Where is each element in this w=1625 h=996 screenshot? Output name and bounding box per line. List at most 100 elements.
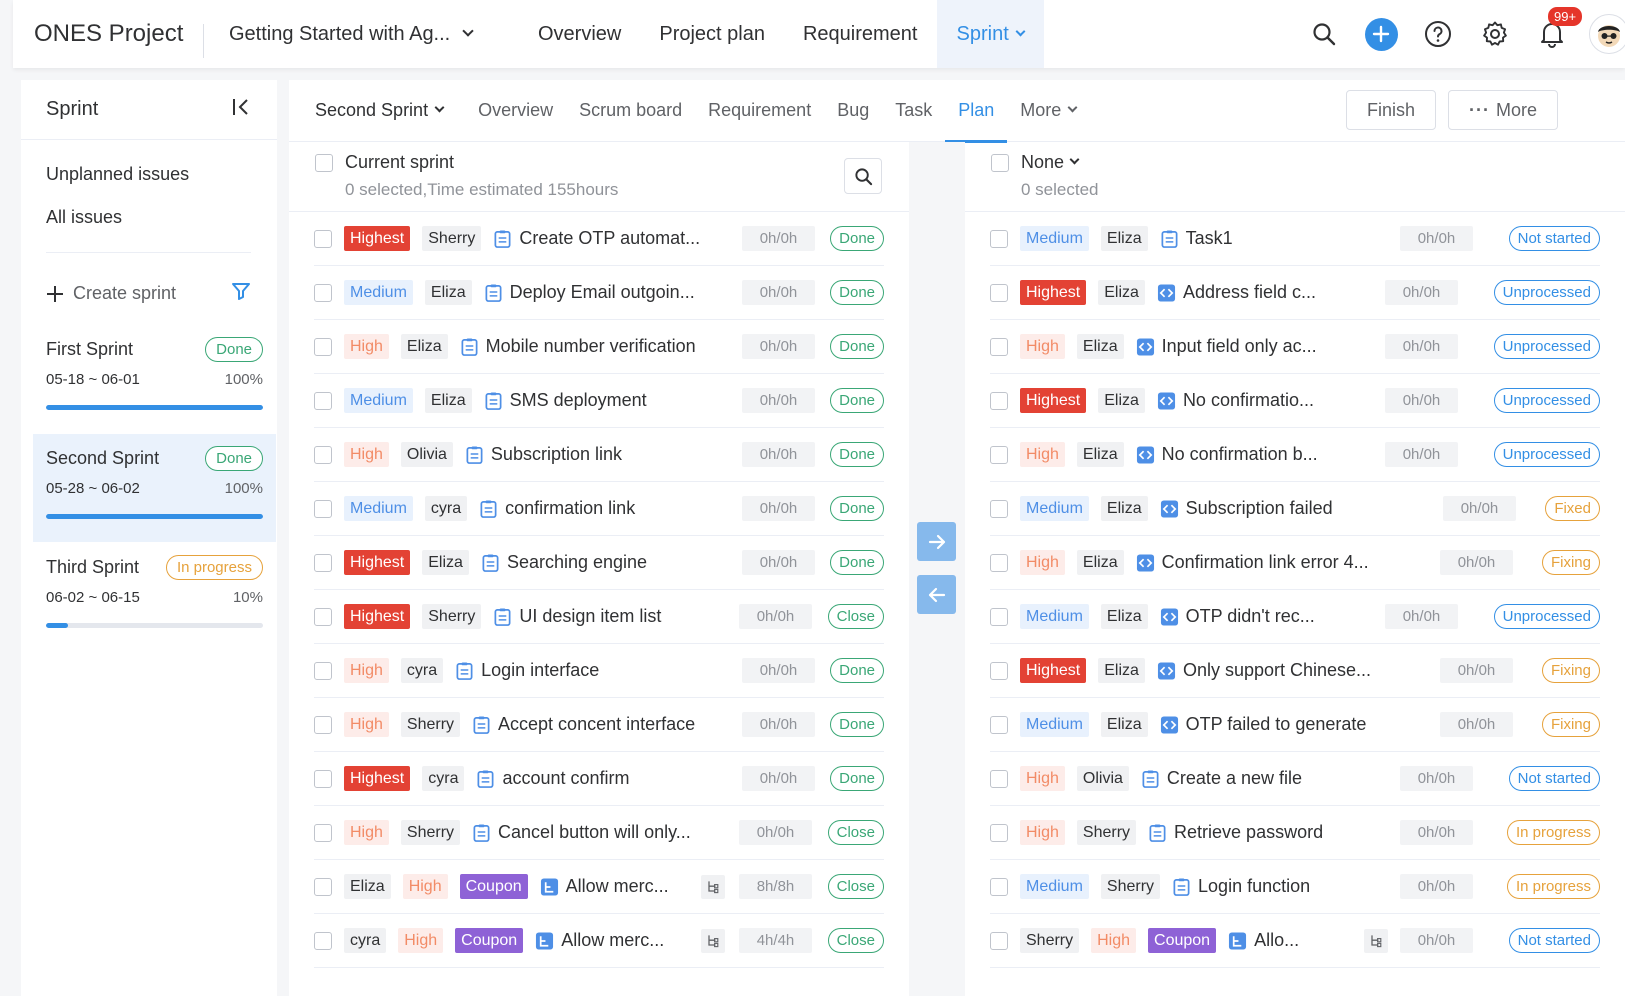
issue-title[interactable]: Retrieve password — [1174, 822, 1323, 843]
sidebar-item-all-issues[interactable]: All issues — [21, 207, 277, 228]
finish-button[interactable]: Finish — [1346, 90, 1436, 130]
list-item[interactable]: High Eliza Input field only ac... 0h/0h Unpr… — [990, 320, 1600, 374]
issue-title[interactable]: OTP failed to generate — [1186, 714, 1367, 735]
tab-sprint[interactable]: Sprint — [936, 0, 1044, 68]
issue-title[interactable]: Deploy Email outgoin... — [510, 282, 695, 303]
row-checkbox[interactable] — [990, 823, 1008, 842]
row-checkbox[interactable] — [314, 283, 332, 302]
tab-requirement[interactable]: Requirement — [784, 0, 937, 68]
list-item[interactable]: Medium Eliza Subscription failed 0h/0h Fixed — [990, 482, 1600, 536]
row-checkbox[interactable] — [314, 499, 332, 518]
issue-title[interactable]: Login function — [1198, 876, 1310, 897]
collapse-sidebar-icon[interactable] — [231, 97, 251, 123]
list-item[interactable]: cyra High Coupon Allow merc... 4h/4h Close — [314, 914, 884, 968]
row-checkbox[interactable] — [990, 229, 1008, 248]
row-checkbox[interactable] — [990, 337, 1008, 356]
issue-title[interactable]: Subscription failed — [1186, 498, 1333, 519]
row-checkbox[interactable] — [314, 229, 332, 248]
issue-title[interactable]: confirmation link — [505, 498, 635, 519]
issue-title[interactable]: Accept concent interface — [498, 714, 695, 735]
avatar[interactable] — [1589, 14, 1625, 54]
issue-title[interactable]: SMS deployment — [510, 390, 647, 411]
list-item[interactable]: Highest Sherry Create OTP automat... 0h/0h D… — [314, 212, 884, 266]
list-item[interactable]: Medium Eliza Deploy Email outgoin... 0h/0h D… — [314, 266, 884, 320]
list-item[interactable]: Sherry High Coupon Allo... 0h/0h Not started — [990, 914, 1600, 968]
tab-bug[interactable]: Bug — [824, 80, 882, 142]
issue-title[interactable]: Task1 — [1186, 228, 1233, 249]
list-item[interactable]: Highest Eliza Searching engine 0h/0h Done — [314, 536, 884, 590]
row-checkbox[interactable] — [990, 283, 1008, 302]
more-button[interactable]: ··· More — [1448, 90, 1558, 130]
move-left-button[interactable] — [917, 575, 956, 614]
list-item[interactable]: Medium Sherry Login function 0h/0h In progre… — [990, 860, 1600, 914]
row-checkbox[interactable] — [314, 931, 332, 950]
select-all-checkbox[interactable] — [991, 154, 1009, 172]
tab-more[interactable]: More — [1007, 80, 1089, 142]
row-checkbox[interactable] — [990, 445, 1008, 464]
row-checkbox[interactable] — [314, 391, 332, 410]
issue-title[interactable]: Mobile number verification — [486, 336, 696, 357]
row-checkbox[interactable] — [314, 715, 332, 734]
issue-title[interactable]: Subscription link — [491, 444, 622, 465]
list-item[interactable]: High Sherry Retrieve password 0h/0h In progr… — [990, 806, 1600, 860]
create-sprint-button[interactable]: Create sprint — [46, 283, 176, 304]
issue-title[interactable]: Create a new file — [1167, 768, 1302, 789]
row-checkbox[interactable] — [314, 661, 332, 680]
list-item[interactable]: Highest Sherry UI design item list 0h/0h Clo… — [314, 590, 884, 644]
tab-overview[interactable]: Overview — [465, 80, 566, 142]
sprint-card[interactable]: First Sprint Done 05-18 ~ 06-01 100% — [33, 325, 276, 433]
issue-title[interactable]: No confirmation b... — [1162, 444, 1318, 465]
filter-icon[interactable] — [231, 281, 251, 306]
issue-title[interactable]: Address field c... — [1183, 282, 1316, 303]
list-item[interactable]: High Olivia Subscription link 0h/0h Done — [314, 428, 884, 482]
app-brand[interactable]: ONES Project — [13, 20, 203, 48]
list-item[interactable]: Highest Eliza Address field c... 0h/0h Unpro… — [990, 266, 1600, 320]
add-icon[interactable] — [1364, 17, 1398, 51]
tab-task[interactable]: Task — [882, 80, 945, 142]
issue-title[interactable]: Input field only ac... — [1162, 336, 1317, 357]
list-item[interactable]: Highest Eliza Only support Chinese... 0h/0h… — [990, 644, 1600, 698]
row-checkbox[interactable] — [314, 553, 332, 572]
tab-scrum-board[interactable]: Scrum board — [566, 80, 695, 142]
tab-requirement[interactable]: Requirement — [695, 80, 824, 142]
tab-plan[interactable]: Plan — [945, 80, 1008, 143]
row-checkbox[interactable] — [990, 715, 1008, 734]
row-checkbox[interactable] — [314, 607, 332, 626]
sidebar-item-unplanned-issues[interactable]: Unplanned issues — [21, 164, 277, 185]
row-checkbox[interactable] — [990, 391, 1008, 410]
search-button[interactable] — [844, 158, 882, 194]
tab-overview[interactable]: Overview — [519, 0, 640, 68]
list-item[interactable]: High Olivia Create a new file 0h/0h Not star… — [990, 752, 1600, 806]
backlog-sprint-selector[interactable]: None — [1021, 152, 1080, 173]
select-all-checkbox[interactable] — [315, 154, 333, 172]
issue-title[interactable]: Allo... — [1254, 930, 1299, 951]
row-checkbox[interactable] — [990, 607, 1008, 626]
row-checkbox[interactable] — [314, 337, 332, 356]
issue-title[interactable]: account confirm — [502, 768, 629, 789]
help-icon[interactable] — [1421, 17, 1455, 51]
row-checkbox[interactable] — [990, 931, 1008, 950]
issue-title[interactable]: Allow merc... — [566, 876, 669, 897]
issue-title[interactable]: Searching engine — [507, 552, 647, 573]
issue-title[interactable]: Confirmation link error 4... — [1162, 552, 1369, 573]
bell-icon[interactable]: 99+ — [1535, 7, 1583, 51]
search-icon[interactable] — [1307, 17, 1341, 51]
sprint-selector[interactable]: Second Sprint — [289, 100, 445, 121]
row-checkbox[interactable] — [990, 769, 1008, 788]
list-item[interactable]: Medium Eliza OTP failed to generate 0h/0h Fi… — [990, 698, 1600, 752]
row-checkbox[interactable] — [990, 877, 1008, 896]
list-item[interactable]: High Sherry Cancel button will only... 0h/0… — [314, 806, 884, 860]
list-item[interactable]: Highest Eliza No confirmatio... 0h/0h Unproc… — [990, 374, 1600, 428]
row-checkbox[interactable] — [314, 823, 332, 842]
row-checkbox[interactable] — [314, 769, 332, 788]
row-checkbox[interactable] — [990, 499, 1008, 518]
issue-title[interactable]: Login interface — [481, 660, 599, 681]
sprint-card[interactable]: Second Sprint Done 05-28 ~ 06-02 100% — [33, 434, 276, 542]
row-checkbox[interactable] — [990, 553, 1008, 572]
list-item[interactable]: Highest cyra account confirm 0h/0h Done — [314, 752, 884, 806]
list-item[interactable]: Medium cyra confirmation link 0h/0h Done — [314, 482, 884, 536]
issue-title[interactable]: Create OTP automat... — [519, 228, 700, 249]
row-checkbox[interactable] — [314, 445, 332, 464]
sprint-card[interactable]: Third Sprint In progress 06-02 ~ 06-15 10% — [33, 543, 276, 651]
list-item[interactable]: Medium Eliza OTP didn't rec... 0h/0h Unproce… — [990, 590, 1600, 644]
